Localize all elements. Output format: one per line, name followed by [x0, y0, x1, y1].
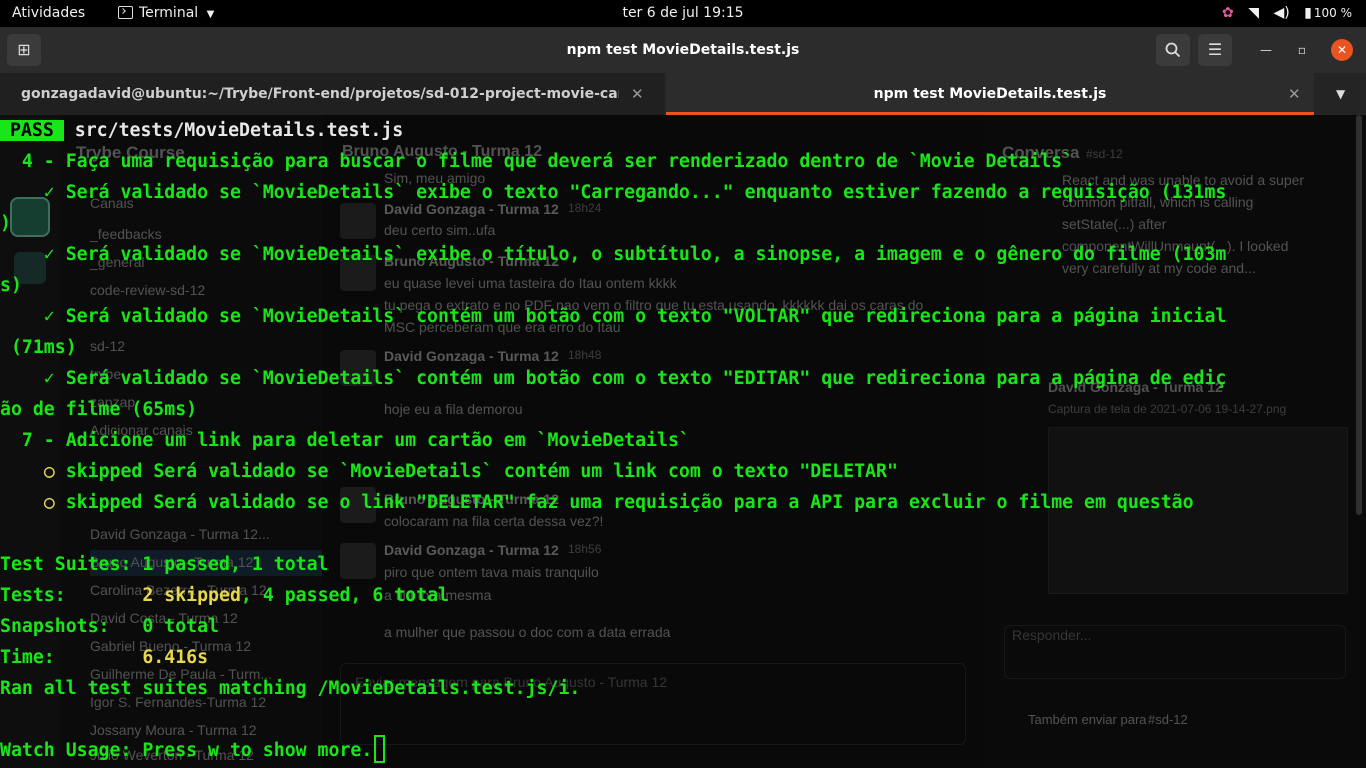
- maximize-button[interactable]: ▫: [1291, 39, 1313, 61]
- scrollbar-thumb[interactable]: [1356, 115, 1362, 515]
- summary-suites: Test Suites: 1 passed, 1 total: [0, 549, 329, 580]
- minimize-button[interactable]: —: [1255, 39, 1277, 61]
- summary-tests: Tests: 2 skipped, 4 passed, 6 total: [0, 580, 449, 611]
- system-top-bar: ter 6 de jul 19:15 Atividades Terminal ▼…: [0, 0, 1366, 27]
- test-result-line-wrap: (71ms): [0, 337, 77, 358]
- test-result-line-wrap: ão de filme (65ms): [0, 399, 198, 420]
- app-menu-label: Terminal: [139, 5, 199, 21]
- summary-label: Test Suites:: [0, 554, 143, 575]
- hamburger-menu-button[interactable]: ☰: [1198, 34, 1232, 66]
- close-button[interactable]: ✕: [1331, 39, 1353, 61]
- test-result-line-wrap: s): [0, 275, 22, 296]
- test-result-line-wrap: ): [0, 213, 11, 234]
- test-file-path: src/tests/MovieDetails.test.js: [74, 120, 404, 141]
- minimize-icon: —: [1260, 43, 1272, 57]
- requirement-title: 4 - Faça uma requisição para buscar o fi…: [0, 151, 1074, 172]
- close-tab-icon[interactable]: ✕: [1288, 73, 1301, 115]
- ran-line: Ran all test suites matching /MovieDetai…: [0, 678, 581, 699]
- window-titlebar: npm test MovieDetails.test.js ⊞ ☰ — ▫ ✕: [0, 27, 1366, 73]
- tab-npm-test[interactable]: npm test MovieDetails.test.js ✕: [666, 73, 1314, 115]
- test-result-line: ✓ Será validado se `MovieDetails` exibe …: [0, 182, 1227, 203]
- text-cursor: [374, 735, 386, 763]
- chevron-down-icon: ▼: [1336, 87, 1346, 101]
- new-tab-icon: ⊞: [17, 40, 31, 59]
- summary-value: 0 total: [142, 616, 220, 637]
- watch-usage-line: Watch Usage: Press w to show more.: [0, 735, 386, 766]
- new-tab-button[interactable]: ⊞: [7, 34, 41, 66]
- requirement-title: 7 - Adicione um link para deletar um car…: [0, 430, 690, 451]
- search-icon: [1165, 42, 1181, 58]
- caret-down-icon: ▼: [206, 9, 215, 20]
- terminal-output: PASS src/tests/MovieDetails.test.js 4 - …: [0, 115, 1366, 768]
- tab-list-dropdown[interactable]: ▼: [1336, 73, 1345, 115]
- battery-icon[interactable]: ▮: [1304, 5, 1312, 21]
- accessibility-icon[interactable]: ✿: [1222, 5, 1234, 21]
- summary-label: Time:: [0, 647, 143, 668]
- watch-usage-text: Watch Usage: Press w to show more.: [0, 740, 373, 761]
- summary-value: 1 passed, 1 total: [142, 554, 329, 575]
- scrollbar[interactable]: [1356, 115, 1362, 768]
- close-tab-icon[interactable]: ✕: [631, 73, 644, 115]
- summary-label: Tests:: [0, 585, 143, 606]
- skipped-test-line: ○ skipped Será validado se `MovieDetails…: [43, 461, 898, 482]
- terminal-icon: [118, 6, 133, 19]
- skipped-test-line: ○ skipped Será validado se o link "DELET…: [43, 492, 1194, 513]
- hamburger-icon: ☰: [1207, 40, 1223, 59]
- tab-shell[interactable]: gonzagadavid@ubuntu:~/Trybe/Front-end/pr…: [0, 73, 664, 115]
- volume-icon[interactable]: ◀): [1273, 5, 1289, 21]
- tab-label: npm test MovieDetails.test.js: [873, 86, 1107, 102]
- summary-snapshots: Snapshots: 0 total: [0, 611, 219, 642]
- summary-value: 6.416s: [142, 647, 209, 668]
- pass-badge: PASS: [0, 120, 64, 141]
- activities-button[interactable]: Atividades: [12, 0, 85, 27]
- skipped-count: 2 skipped: [142, 585, 241, 606]
- test-result-line: ✓ Será validado se `MovieDetails` contém…: [0, 368, 1227, 389]
- search-button[interactable]: [1156, 34, 1190, 66]
- summary-label: Snapshots:: [0, 616, 143, 637]
- maximize-icon: ▫: [1297, 43, 1307, 57]
- wifi-icon[interactable]: ◥: [1248, 5, 1259, 21]
- app-menu-button[interactable]: Terminal ▼: [118, 0, 214, 27]
- battery-level: 100 %: [1313, 6, 1352, 20]
- test-result-line: ✓ Será validado se `MovieDetails` contém…: [0, 306, 1227, 327]
- terminal-view[interactable]: Trybe Course Canais _feedbacks _general …: [0, 115, 1366, 768]
- test-file-line: PASS src/tests/MovieDetails.test.js: [0, 115, 403, 146]
- system-tray[interactable]: ✿ ◥ ◀) ▮ 100 %: [1212, 0, 1352, 27]
- test-result-line: ✓ Será validado se `MovieDetails` exibe …: [0, 244, 1227, 265]
- summary-time: Time: 6.416s: [0, 642, 208, 673]
- close-icon: ✕: [1336, 43, 1348, 57]
- summary-value: , 4 passed, 6 total: [240, 585, 449, 606]
- tab-label: gonzagadavid@ubuntu:~/Trybe/Front-end/pr…: [21, 86, 619, 102]
- tab-bar: gonzagadavid@ubuntu:~/Trybe/Front-end/pr…: [0, 73, 1366, 115]
